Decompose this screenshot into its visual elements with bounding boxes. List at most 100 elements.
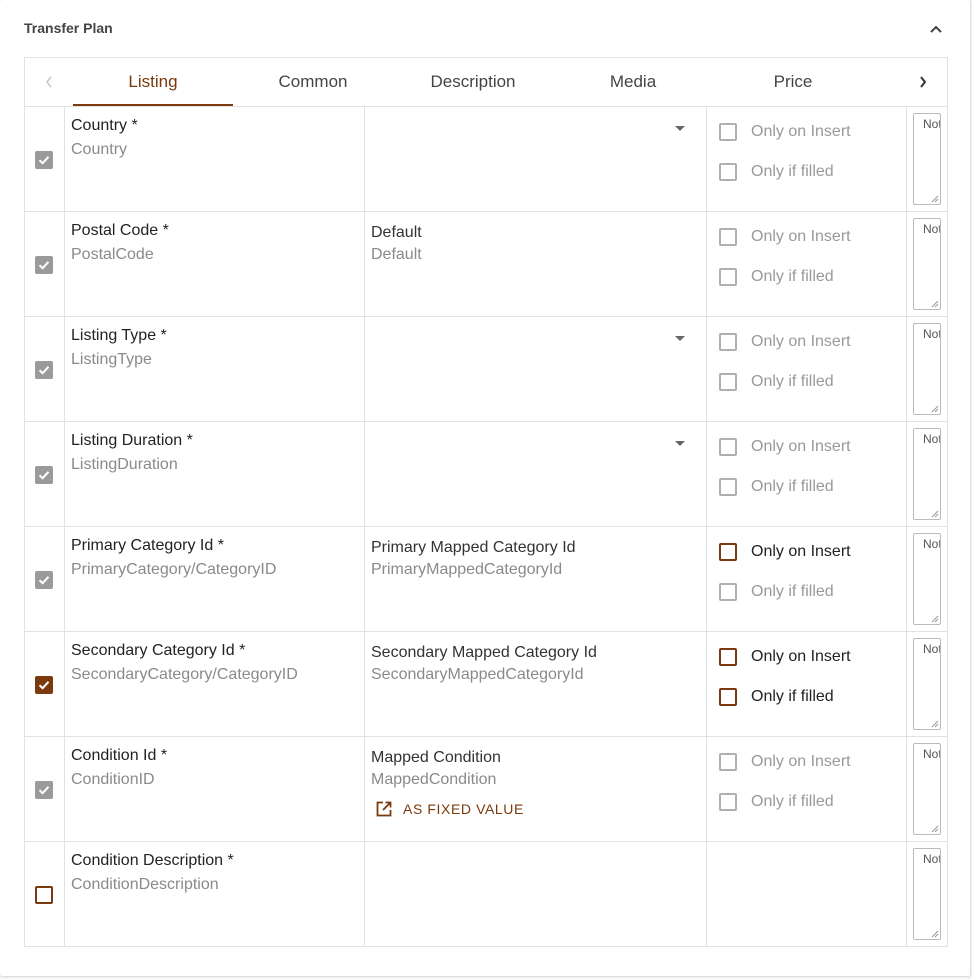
column-divider: [364, 632, 365, 737]
row-enable-checkbox[interactable]: [35, 466, 53, 484]
only-if-filled-checkbox[interactable]: [719, 478, 737, 496]
only-on-insert-checkbox[interactable]: [719, 123, 737, 141]
column-divider: [906, 422, 907, 527]
only-on-insert-label: Only on Insert: [751, 438, 851, 455]
row-enable-checkbox[interactable]: [35, 571, 53, 589]
resize-grip-icon[interactable]: [931, 615, 939, 623]
column-divider: [364, 317, 365, 422]
only-on-insert-checkbox[interactable]: [719, 438, 737, 456]
mapped-field-path: SecondaryMappedCategoryId: [371, 666, 584, 683]
note-textarea[interactable]: Note: [913, 113, 941, 205]
column-divider: [706, 317, 707, 422]
field-label: Primary Category Id *: [71, 537, 224, 554]
only-on-insert-option[interactable]: Only on Insert: [719, 543, 851, 561]
only-on-insert-label: Only on Insert: [751, 333, 851, 350]
tab-common[interactable]: Common: [233, 58, 393, 106]
table-row: Condition Description * ConditionDescript…: [25, 842, 947, 947]
resize-grip-icon[interactable]: [931, 300, 939, 308]
resize-grip-icon[interactable]: [931, 405, 939, 413]
only-on-insert-option[interactable]: Only on Insert: [719, 438, 851, 456]
only-if-filled-label: Only if filled: [751, 268, 834, 285]
note-placeholder: Note: [923, 642, 940, 656]
only-on-insert-checkbox[interactable]: [719, 648, 737, 666]
only-on-insert-option[interactable]: Only on Insert: [719, 333, 851, 351]
mapped-field-label[interactable]: Secondary Mapped Category Id: [371, 644, 597, 662]
only-if-filled-option[interactable]: Only if filled: [719, 373, 834, 391]
note-placeholder: Note: [923, 432, 940, 446]
resize-grip-icon[interactable]: [931, 720, 939, 728]
note-textarea[interactable]: Note: [913, 218, 941, 310]
column-divider: [364, 107, 365, 212]
as-fixed-value-label: AS FIXED VALUE: [403, 801, 524, 817]
only-if-filled-checkbox[interactable]: [719, 793, 737, 811]
checkmark-icon: [38, 786, 50, 795]
mapped-field-label[interactable]: Mapped Condition: [371, 749, 501, 767]
note-textarea[interactable]: Note: [913, 323, 941, 415]
only-on-insert-option[interactable]: Only on Insert: [719, 753, 851, 771]
column-divider: [364, 422, 365, 527]
note-textarea[interactable]: Note: [913, 533, 941, 625]
only-if-filled-checkbox[interactable]: [719, 688, 737, 706]
row-enable-checkbox[interactable]: [35, 676, 53, 694]
mapped-field-label[interactable]: Default: [371, 224, 422, 242]
as-fixed-value-button[interactable]: AS FIXED VALUE: [375, 799, 524, 819]
mapped-field-label[interactable]: Primary Mapped Category Id: [371, 539, 576, 557]
resize-grip-icon[interactable]: [931, 510, 939, 518]
note-textarea[interactable]: Note: [913, 638, 941, 730]
tab-scroll-left-button[interactable]: [25, 58, 73, 106]
dropdown-arrow-icon[interactable]: [675, 126, 685, 132]
only-if-filled-option[interactable]: Only if filled: [719, 793, 834, 811]
field-path: PrimaryCategory/CategoryID: [71, 561, 277, 578]
only-on-insert-option[interactable]: Only on Insert: [719, 228, 851, 246]
note-placeholder: Note: [923, 222, 940, 236]
only-on-insert-checkbox[interactable]: [719, 333, 737, 351]
row-enable-checkbox[interactable]: [35, 781, 53, 799]
field-path: ListingType: [71, 351, 152, 368]
note-textarea[interactable]: Note: [913, 743, 941, 835]
note-textarea[interactable]: Note: [913, 848, 941, 940]
only-if-filled-checkbox[interactable]: [719, 163, 737, 181]
only-on-insert-label: Only on Insert: [751, 228, 851, 245]
only-if-filled-option[interactable]: Only if filled: [719, 688, 834, 706]
only-on-insert-checkbox[interactable]: [719, 543, 737, 561]
tab-scroll-right-button[interactable]: [899, 58, 947, 106]
only-if-filled-option[interactable]: Only if filled: [719, 583, 834, 601]
collapse-button[interactable]: [924, 18, 948, 40]
only-if-filled-option[interactable]: Only if filled: [719, 163, 834, 181]
row-enable-checkbox[interactable]: [35, 151, 53, 169]
row-enable-checkbox[interactable]: [35, 256, 53, 274]
chevron-left-icon: [45, 76, 52, 88]
only-if-filled-option[interactable]: Only if filled: [719, 478, 834, 496]
note-placeholder: Note: [923, 327, 940, 341]
dropdown-arrow-icon[interactable]: [675, 441, 685, 447]
only-on-insert-label: Only on Insert: [751, 123, 851, 140]
only-on-insert-option[interactable]: Only on Insert: [719, 123, 851, 141]
resize-grip-icon[interactable]: [931, 930, 939, 938]
table-row: Secondary Category Id * SecondaryCategory…: [25, 632, 947, 737]
only-if-filled-label: Only if filled: [751, 583, 834, 600]
column-divider: [706, 527, 707, 632]
field-path: ConditionID: [71, 771, 155, 788]
note-textarea[interactable]: Note: [913, 428, 941, 520]
checkmark-icon: [38, 156, 50, 165]
tab-description[interactable]: Description: [393, 58, 553, 106]
tab-price[interactable]: Price: [713, 58, 873, 106]
note-placeholder: Note: [923, 852, 940, 866]
resize-grip-icon[interactable]: [931, 195, 939, 203]
only-on-insert-checkbox[interactable]: [719, 753, 737, 771]
only-if-filled-checkbox[interactable]: [719, 373, 737, 391]
tab-media[interactable]: Media: [553, 58, 713, 106]
only-on-insert-option[interactable]: Only on Insert: [719, 648, 851, 666]
resize-grip-icon[interactable]: [931, 825, 939, 833]
only-if-filled-checkbox[interactable]: [719, 268, 737, 286]
column-divider: [364, 737, 365, 842]
row-enable-checkbox[interactable]: [35, 886, 53, 904]
row-enable-checkbox[interactable]: [35, 361, 53, 379]
checkmark-icon: [38, 261, 50, 270]
tab-listing[interactable]: Listing: [73, 58, 233, 106]
only-if-filled-option[interactable]: Only if filled: [719, 268, 834, 286]
only-if-filled-checkbox[interactable]: [719, 583, 737, 601]
field-path: SecondaryCategory/CategoryID: [71, 666, 298, 683]
dropdown-arrow-icon[interactable]: [675, 336, 685, 342]
only-on-insert-checkbox[interactable]: [719, 228, 737, 246]
